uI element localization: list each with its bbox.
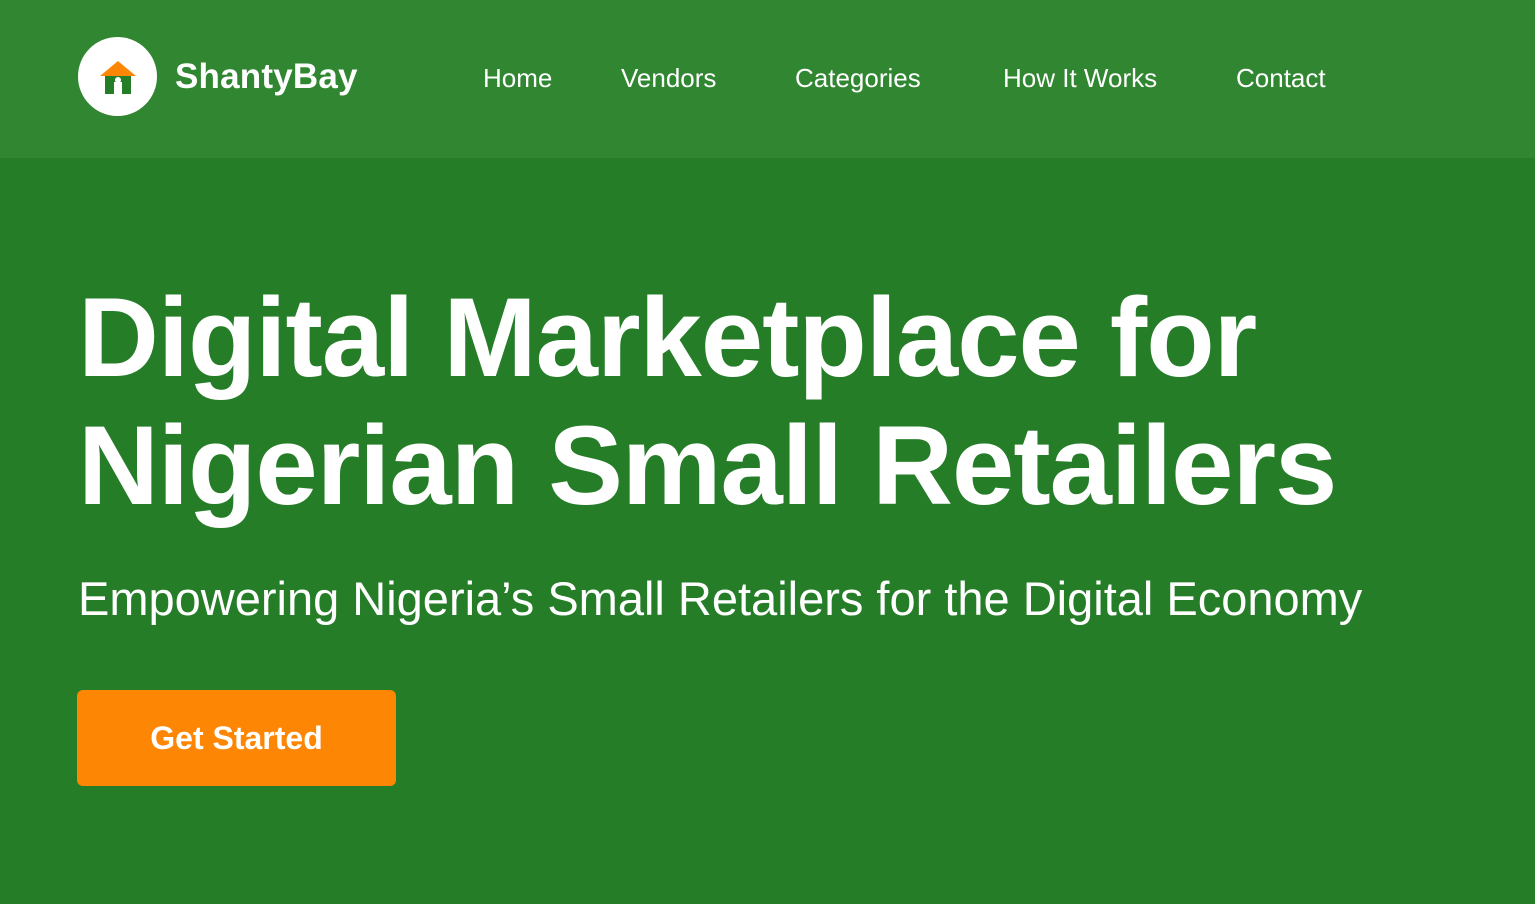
nav-how-it-works-link[interactable]: How It Works <box>1003 60 1157 96</box>
nav-contact-link[interactable]: Contact <box>1236 60 1326 96</box>
hero-subtitle: Empowering Nigeria’s Small Retailers for… <box>78 572 1363 625</box>
get-started-button[interactable]: Get Started <box>77 690 396 786</box>
hero-title-line-2: Nigerian Small Retailers <box>78 403 1337 528</box>
nav-categories-link[interactable]: Categories <box>795 60 921 96</box>
nav-vendors-link[interactable]: Vendors <box>621 60 716 96</box>
main-nav: Home Vendors Categories How It Works Con… <box>0 60 1535 96</box>
nav-home-link[interactable]: Home <box>483 60 552 96</box>
hero-title-line-1: Digital Marketplace for <box>78 275 1257 400</box>
site-header: ShantyBay Home Vendors Categories How It… <box>0 0 1535 158</box>
hero-title: Digital Marketplace for Nigerian Small R… <box>78 274 1498 530</box>
